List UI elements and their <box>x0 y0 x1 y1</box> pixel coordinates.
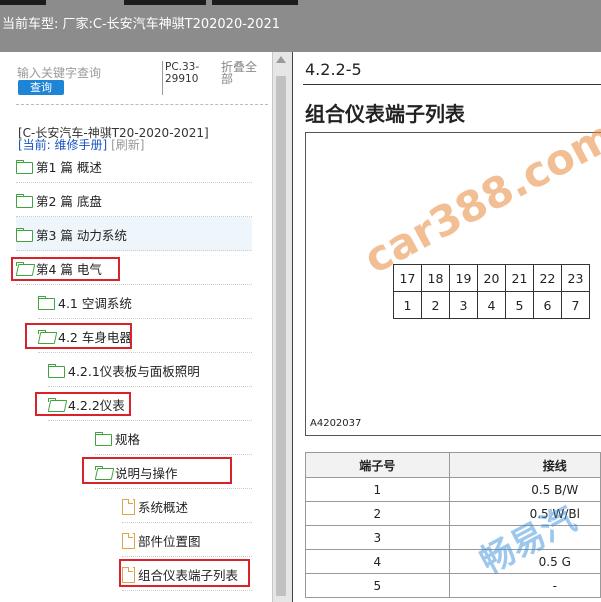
tree-item-chassis[interactable]: 第2 篇 底盘 <box>16 183 252 217</box>
connector-pin: 23 <box>561 264 590 292</box>
window-tab[interactable] <box>124 0 206 5</box>
connector-pin: 6 <box>533 291 562 319</box>
connector-pin-grid: 17 18 19 20 21 22 23 1 2 3 4 5 6 7 <box>393 264 590 319</box>
table-row: 3 <box>305 525 601 550</box>
tree-item-label: 4.2.2仪表 <box>68 397 125 413</box>
connector-pin: 4 <box>477 291 506 319</box>
document-icon <box>122 499 135 515</box>
table-cell: 0.5 B/W <box>448 477 601 502</box>
table-cell: 0.5 W/Bl <box>448 501 601 526</box>
connector-pin: 7 <box>561 291 590 319</box>
folder-icon <box>95 432 112 446</box>
tree-item-electrical[interactable]: 第4 篇 电气 <box>16 251 252 285</box>
table-cell: 1 <box>305 477 450 502</box>
folder-icon <box>38 296 55 310</box>
tree-item-body-electrical[interactable]: 4.2 车身电器 <box>38 319 252 353</box>
connector-pin: 1 <box>393 291 422 319</box>
tree-item-label: 4.2 车身电器 <box>58 329 132 345</box>
document-content: 4.2.2-5 组合仪表端子列表 17 18 19 20 21 22 23 1 … <box>293 52 601 602</box>
folder-icon <box>16 228 33 242</box>
table-cell: 2 <box>305 501 450 526</box>
connector-pin: 18 <box>421 264 450 292</box>
table-cell: - <box>448 573 601 598</box>
connector-pin: 17 <box>393 264 422 292</box>
table-row: 5 - <box>305 573 601 598</box>
connector-pin: 22 <box>533 264 562 292</box>
tree-item-label: 第4 篇 电气 <box>36 261 102 277</box>
column-header: 端子号 <box>305 452 450 478</box>
terminal-table: 端子号 接线 1 0.5 B/W 2 0.5 W/Bl 3 4 0.5 G 5 … <box>305 452 601 598</box>
connector-pin: 2 <box>421 291 450 319</box>
folder-open-icon <box>38 330 53 342</box>
tree-item-label: 说明与操作 <box>115 465 178 481</box>
tree-item-label: 第3 篇 动力系统 <box>36 227 127 243</box>
folder-icon <box>48 364 65 378</box>
connector-pin: 21 <box>505 264 534 292</box>
vehicle-title: 当前车型: 厂家:C-长安汽车神骐T202020-2021 <box>2 17 281 32</box>
search-button[interactable]: 查询 <box>18 80 64 95</box>
table-row: 4 0.5 G <box>305 549 601 574</box>
tree-item-label: 组合仪表端子列表 <box>138 567 239 583</box>
table-header-row: 端子号 接线 <box>305 452 601 478</box>
connector-pin: 5 <box>505 291 534 319</box>
scroll-up-arrow-icon[interactable] <box>276 56 286 63</box>
table-cell: 3 <box>305 525 450 550</box>
table-row: 2 0.5 W/Bl <box>305 501 601 526</box>
tree-item-label: 第2 篇 底盘 <box>36 193 102 209</box>
tree-item-instrument[interactable]: 4.2.2仪表 <box>48 387 252 421</box>
top-header-bar: 当前车型: 厂家:C-长安汽车神骐T202020-2021 <box>0 0 601 52</box>
folder-open-icon <box>95 466 110 478</box>
sidebar-scrollbar-thumb[interactable] <box>276 76 286 596</box>
tree-item-label: 4.1 空调系统 <box>58 295 132 311</box>
window-tab[interactable] <box>212 0 298 5</box>
connector-pin: 19 <box>449 264 478 292</box>
table-cell <box>448 525 601 550</box>
connector-top-row: 17 18 19 20 21 22 23 <box>393 264 590 292</box>
collapse-all-link[interactable]: 折叠全部 <box>221 61 261 85</box>
section-rule <box>303 84 601 85</box>
table-cell: 5 <box>305 573 450 598</box>
tree-item-label: 部件位置图 <box>138 533 201 549</box>
page-title: 组合仪表端子列表 <box>305 102 465 126</box>
tree-item-component-location[interactable]: 部件位置图 <box>122 523 252 557</box>
connector-diagram: 17 18 19 20 21 22 23 1 2 3 4 5 6 7 A4202… <box>305 132 601 436</box>
folder-icon <box>16 194 33 208</box>
tree-item-hvac[interactable]: 4.1 空调系统 <box>38 285 252 319</box>
manual-code: PC.33-29910 <box>162 61 206 95</box>
tree-item-description-operation[interactable]: 说明与操作 <box>95 455 252 489</box>
column-header: 接线 <box>448 452 601 478</box>
tree-item-dash-lighting[interactable]: 4.2.1仪表板与面板照明 <box>48 353 252 387</box>
table-cell: 4 <box>305 549 450 574</box>
connector-pin: 20 <box>477 264 506 292</box>
window-tab[interactable] <box>0 0 46 5</box>
connector-pin: 3 <box>449 291 478 319</box>
folder-open-icon <box>16 262 31 274</box>
tree-item-label: 第1 篇 概述 <box>36 159 102 175</box>
table-cell: 0.5 G <box>448 549 601 574</box>
connector-bottom-row: 1 2 3 4 5 6 7 <box>393 291 590 319</box>
document-icon <box>122 533 135 549</box>
tree-item-overview[interactable]: 第1 篇 概述 <box>16 149 252 183</box>
tree-item-system-overview[interactable]: 系统概述 <box>122 489 252 523</box>
window-tab-strip <box>0 0 601 5</box>
folder-icon <box>16 160 33 174</box>
diagram-code: A4202037 <box>310 418 362 429</box>
tree-item-label: 规格 <box>115 431 141 447</box>
document-icon <box>122 567 135 583</box>
tree-item-label: 系统概述 <box>138 499 189 515</box>
tree-item-label: 4.2.1仪表板与面板照明 <box>68 363 200 379</box>
tree-item-powertrain[interactable]: 第3 篇 动力系统 <box>16 217 252 251</box>
table-row: 1 0.5 B/W <box>305 477 601 502</box>
folder-open-icon <box>48 398 63 410</box>
tree-item-terminal-list[interactable]: 组合仪表端子列表 <box>122 557 252 591</box>
section-number: 4.2.2-5 <box>305 60 362 79</box>
tree-item-specs[interactable]: 规格 <box>95 421 252 455</box>
divider <box>16 104 268 105</box>
